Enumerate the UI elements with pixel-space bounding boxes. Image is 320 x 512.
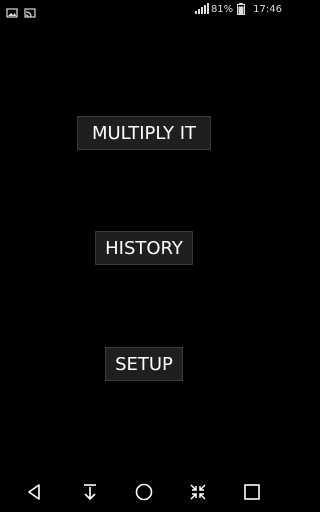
back-icon[interactable]: [20, 478, 48, 506]
clock: 17:46: [253, 3, 282, 15]
download-icon[interactable]: [76, 478, 104, 506]
signal-icon: [194, 3, 209, 15]
recents-icon[interactable]: [238, 478, 266, 506]
battery-icon: [237, 3, 249, 15]
status-left: [6, 4, 36, 18]
battery-percent: 81%: [210, 3, 234, 15]
status-right: 81% 17:46: [194, 3, 282, 15]
image-icon: [6, 4, 18, 18]
compress-icon[interactable]: [184, 478, 212, 506]
home-icon[interactable]: [130, 478, 158, 506]
history-button[interactable]: HISTORY: [95, 231, 193, 265]
setup-button[interactable]: SETUP: [105, 347, 183, 381]
navigation-bar: [0, 472, 288, 512]
cast-icon: [24, 4, 36, 18]
multiply-it-button[interactable]: MULTIPLY IT: [77, 116, 211, 150]
status-bar: 81% 17:46: [0, 0, 288, 22]
